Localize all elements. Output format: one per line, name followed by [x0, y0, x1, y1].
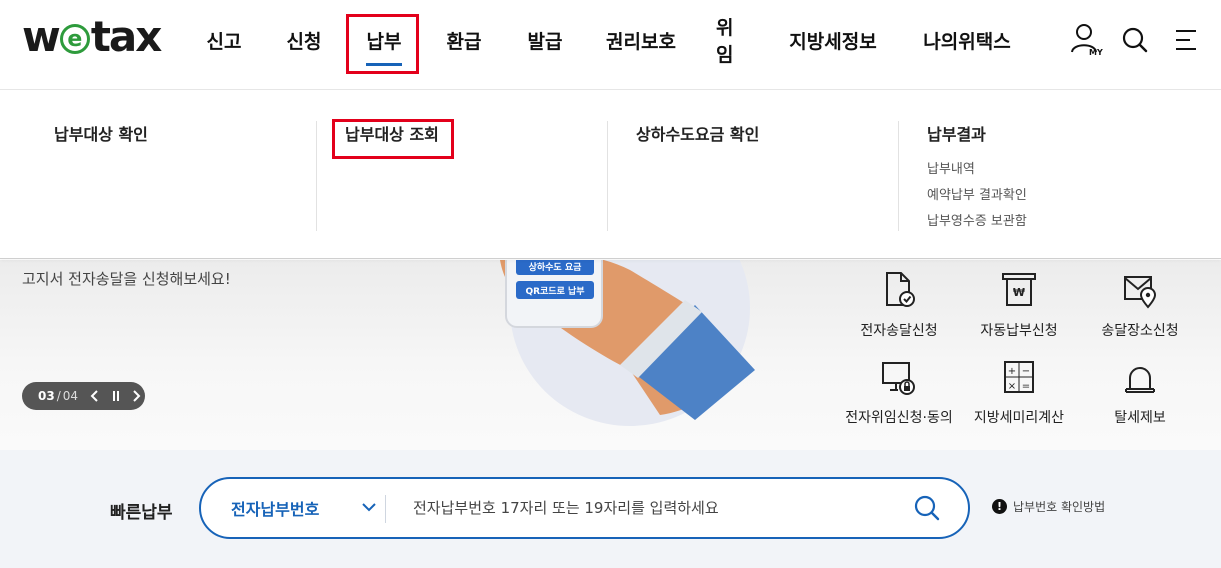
- nav-item-issue[interactable]: 발급: [504, 22, 586, 58]
- menu-col-lookup-target: 납부대상 조회: [316, 121, 607, 231]
- hero-banner: 고지서 전자송달을 신청해보세요! 상하수도 요금 QR코드로 납부 03 / …: [0, 260, 1221, 450]
- menu-title-lookup-target[interactable]: 납부대상 조회: [345, 121, 607, 145]
- pause-icon: [112, 391, 119, 401]
- monitor-lock-icon: [879, 357, 919, 397]
- logo-text-w: w: [22, 11, 61, 61]
- payment-number-input[interactable]: [413, 489, 893, 527]
- quick-link-tax-evasion-report[interactable]: 탈세제보: [1070, 357, 1210, 427]
- banner-pager: 03 / 04: [22, 382, 145, 410]
- quick-pay-form: 전자납부번호: [199, 477, 970, 539]
- svg-text:=: =: [1022, 381, 1030, 392]
- menu-button[interactable]: [1168, 22, 1204, 58]
- nav-item-apply[interactable]: 신청: [264, 22, 344, 58]
- chevron-down-icon[interactable]: [359, 497, 379, 517]
- submenu-reserved-payment-result[interactable]: 예약납부 결과확인: [927, 183, 1198, 209]
- phone-illustration: 상하수도 요금 QR코드로 납부: [505, 260, 603, 328]
- nav-item-delegation[interactable]: 위임: [696, 17, 766, 66]
- my-label: MY: [1089, 48, 1103, 57]
- quick-link-label: 자동납부신청: [980, 323, 1058, 339]
- quick-link-label: 송달장소신청: [1101, 323, 1179, 339]
- global-nav: 신고 신청 납부 환급 발급 권리보호 위임 지방세정보 나의위택스: [184, 17, 1034, 66]
- search-button[interactable]: [1117, 22, 1153, 58]
- pager-next-button[interactable]: [128, 386, 145, 406]
- payment-number-type-select[interactable]: 전자납부번호: [231, 479, 319, 537]
- quick-link-e-delegation[interactable]: 전자위임신청·동의: [829, 357, 969, 427]
- menu-title-check-target[interactable]: 납부대상 확인: [54, 121, 316, 145]
- menu-col-water-fee: 상하수도요금 확인: [607, 121, 898, 231]
- logo-text-tax: tax: [90, 11, 163, 61]
- document-check-icon: [879, 270, 919, 310]
- menu-col-check-target: 납부대상 확인: [54, 121, 316, 231]
- submenu-receipt-box[interactable]: 납부영수증 보관함: [927, 209, 1198, 235]
- quick-link-label: 전자위임신청·동의: [845, 410, 953, 426]
- quick-pay-label: 빠른납부: [110, 503, 173, 523]
- mega-menu-payment: 납부대상 확인 납부대상 조회 상하수도요금 확인 납부결과 납부내역 예약납부…: [0, 91, 1221, 259]
- quick-pay-section: 빠른납부 전자납부번호 ! 납부번호 확인방법: [0, 450, 1221, 568]
- submenu-payment-history[interactable]: 납부내역: [927, 157, 1198, 183]
- hamburger-icon: [1176, 30, 1196, 50]
- exclamation-icon: !: [992, 499, 1007, 514]
- svg-text:+: +: [1008, 366, 1016, 377]
- quick-link-auto-payment[interactable]: ₩ 자동납부신청: [949, 270, 1089, 340]
- search-icon[interactable]: [913, 494, 941, 522]
- nav-item-rights[interactable]: 권리보호: [586, 22, 696, 58]
- quick-link-tax-calc[interactable]: + − × = 지방세미리계산: [949, 357, 1089, 427]
- help-link-label: 납부번호 확인방법: [1013, 500, 1106, 514]
- mail-location-icon: [1120, 270, 1160, 310]
- menu-title-payment-result[interactable]: 납부결과: [927, 121, 1198, 145]
- nav-item-refund[interactable]: 환급: [424, 22, 504, 58]
- siren-icon: [1120, 357, 1160, 397]
- calculator-icon: + − × =: [999, 357, 1039, 397]
- svg-text:×: ×: [1008, 381, 1016, 392]
- chevron-left-icon: [90, 390, 98, 402]
- pager-prev-button[interactable]: [86, 386, 103, 406]
- my-page-button[interactable]: MY: [1068, 22, 1104, 58]
- nav-item-payment[interactable]: 납부: [344, 22, 424, 58]
- hero-text: 고지서 전자송달을 신청해보세요!: [22, 270, 231, 288]
- logo-text-e: e: [59, 24, 90, 54]
- nav-item-tax-info[interactable]: 지방세정보: [766, 22, 900, 58]
- receipt-won-icon: ₩: [999, 270, 1039, 310]
- quick-link-label: 지방세미리계산: [973, 410, 1065, 426]
- select-divider: [385, 495, 386, 523]
- quick-link-label: 탈세제보: [1114, 410, 1166, 426]
- pager-current: 03: [38, 389, 55, 403]
- pager-pause-button[interactable]: [107, 386, 124, 406]
- quick-link-delivery-place[interactable]: 송달장소신청: [1070, 270, 1210, 340]
- quick-link-e-delivery[interactable]: 전자송달신청: [829, 270, 969, 340]
- chevron-right-icon: [133, 390, 141, 402]
- phone-water-button: 상하수도 요금: [516, 260, 594, 275]
- menu-col-payment-result: 납부결과 납부내역 예약납부 결과확인 납부영수증 보관함: [898, 121, 1198, 231]
- nav-item-report[interactable]: 신고: [184, 22, 264, 58]
- nav-item-my-wetax[interactable]: 나의위택스: [900, 22, 1034, 58]
- pager-total: 04: [62, 389, 79, 403]
- site-header: w e tax 신고 신청 납부 환급 발급 권리보호 위임 지방세정보 나의위…: [0, 0, 1221, 90]
- svg-text:₩: ₩: [1013, 286, 1025, 299]
- menu-title-water-fee[interactable]: 상하수도요금 확인: [636, 121, 898, 145]
- phone-qr-button: QR코드로 납부: [516, 281, 594, 299]
- user-icon: MY: [1071, 24, 1103, 57]
- payment-number-help-link[interactable]: ! 납부번호 확인방법: [992, 498, 1105, 515]
- svg-text:−: −: [1022, 366, 1030, 377]
- pager-separator: /: [56, 389, 61, 403]
- quick-link-label: 전자송달신청: [860, 323, 938, 339]
- wetax-logo[interactable]: w e tax: [22, 11, 163, 61]
- payment-result-submenu: 납부내역 예약납부 결과확인 납부영수증 보관함: [927, 157, 1198, 235]
- search-icon: [1122, 27, 1148, 53]
